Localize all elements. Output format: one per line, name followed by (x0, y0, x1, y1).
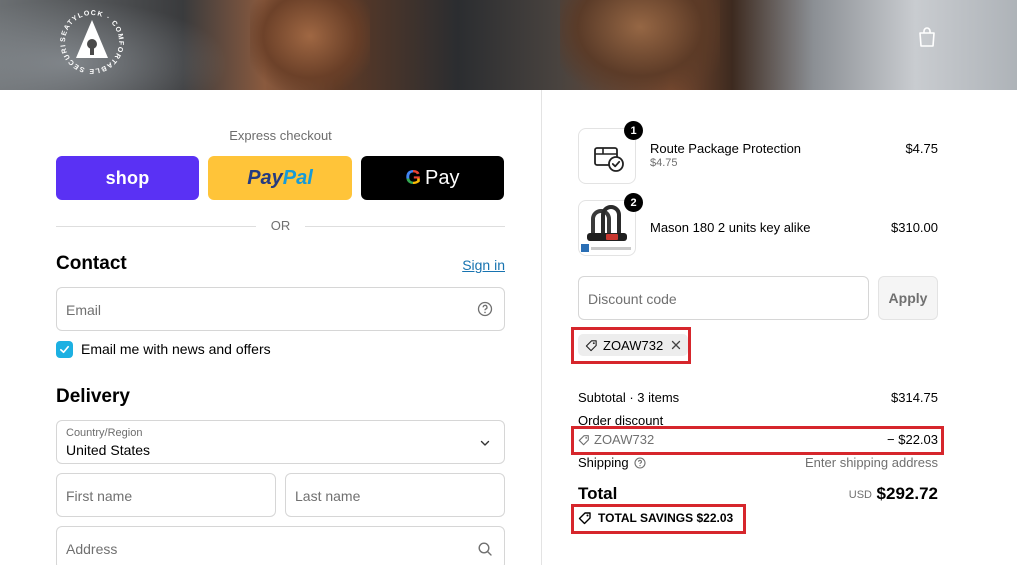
shopping-bag-icon (919, 27, 935, 47)
product-name: Route Package Protection (650, 141, 802, 156)
quantity-badge: 2 (624, 193, 643, 212)
product-name: Mason 180 2 units key alike (650, 220, 811, 235)
first-name-placeholder: First name (66, 488, 133, 504)
shipping-value: Enter shipping address (805, 455, 938, 470)
email-placeholder: Email (66, 302, 102, 318)
paypal-button[interactable]: Pay Pal (208, 156, 352, 200)
subtotal-value: $314.75 (891, 390, 938, 405)
google-pay-label: Pay (425, 166, 460, 189)
country-select[interactable]: Country/Region United States (56, 420, 505, 464)
seatylock-logo-icon: SEATYLOCK · COMFORTABLE SECURITY (53, 1, 123, 74)
express-checkout-title: Express checkout (229, 128, 332, 143)
product-thumbnail: 2 (578, 193, 643, 256)
checkmark-icon (60, 345, 69, 353)
newsletter-checkbox[interactable] (56, 340, 73, 358)
discount-code-placeholder: Discount code (588, 291, 677, 307)
total-currency: USD (848, 489, 872, 501)
last-name-field[interactable]: Last name (285, 473, 505, 517)
country-value: United States (66, 442, 151, 458)
sign-in-link[interactable]: Sign in (462, 257, 505, 273)
cart-button[interactable] (915, 25, 939, 49)
highlight-box (571, 327, 691, 364)
cart-line-item: 2 Mason 180 2 units key alike $310.00 (578, 193, 938, 256)
quantity-badge: 1 (624, 121, 643, 140)
product-unit-price: $4.75 (650, 157, 678, 169)
contact-heading: Contact (56, 253, 127, 274)
search-icon (478, 542, 492, 556)
product-price: $310.00 (891, 220, 938, 235)
column-divider (541, 90, 542, 565)
shipping-label-row: Shipping (578, 455, 646, 470)
last-name-placeholder: Last name (295, 488, 361, 504)
help-circle-icon[interactable] (634, 456, 646, 469)
chevron-down-icon (480, 440, 490, 446)
shipping-label: Shipping (578, 455, 629, 470)
discount-code-input[interactable]: Discount code (578, 276, 869, 320)
brand-logo[interactable]: SEATYLOCK · COMFORTABLE SECURITY (53, 1, 128, 78)
apply-discount-button[interactable]: Apply (878, 276, 938, 320)
highlight-box (571, 426, 944, 455)
or-divider: OR (56, 218, 505, 234)
paypal-label-a: Pay (247, 166, 283, 189)
address-field[interactable]: Address (56, 526, 505, 565)
cart-line-item: 1 Route Package Protection $4.75 $4.75 (578, 121, 938, 184)
product-thumbnail: 1 (578, 121, 643, 184)
newsletter-option[interactable]: Email me with news and offers (56, 340, 271, 358)
subtotal-label: Subtotal · 3 items (578, 390, 680, 405)
newsletter-label: Email me with news and offers (81, 341, 271, 357)
delivery-heading: Delivery (56, 386, 130, 407)
google-g-icon: G (405, 166, 422, 189)
total-label: Total (578, 484, 618, 503)
product-price: $4.75 (905, 141, 938, 156)
first-name-field[interactable]: First name (56, 473, 276, 517)
google-pay-button[interactable]: G Pay (361, 156, 504, 200)
header-banner: SEATYLOCK · COMFORTABLE SECURITY (0, 0, 1017, 90)
country-label: Country/Region (66, 427, 143, 439)
shop-pay-button[interactable]: shop (56, 156, 199, 200)
shop-pay-label: shop (105, 167, 150, 188)
paypal-label-b: Pal (282, 166, 313, 189)
address-placeholder: Address (66, 541, 118, 557)
email-field[interactable]: Email (56, 287, 505, 331)
highlight-box (571, 504, 746, 534)
help-circle-icon[interactable] (477, 301, 493, 317)
total-value: $292.72 (876, 484, 938, 503)
